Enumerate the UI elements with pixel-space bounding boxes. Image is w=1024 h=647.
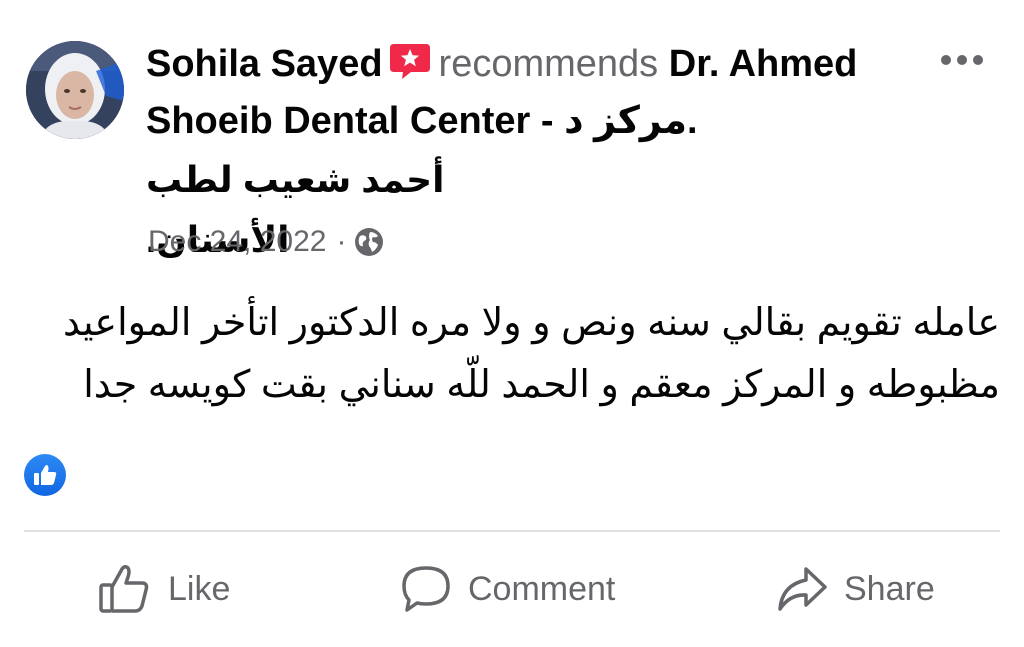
meta-separator: ·: [336, 225, 347, 258]
more-dots-icon: [941, 55, 983, 65]
post-body-line: عامله تقويم بقالي سنه ونص و ولا مره الدك…: [63, 302, 1000, 344]
thumbs-up-icon: [99, 564, 149, 613]
post-date[interactable]: Dec 24, 2022: [148, 225, 326, 259]
action-bar: Like Comment Share: [0, 554, 1024, 624]
like-label: Like: [168, 569, 231, 608]
recommend-star-icon: [389, 40, 431, 79]
recommends-label: recommends: [438, 43, 659, 85]
avatar[interactable]: [26, 41, 124, 139]
author-name[interactable]: Sohila Sayed: [146, 43, 383, 85]
post-header: Sohila Sayed recommends Dr. Ahmed Shoeib …: [146, 36, 906, 150]
more-options-button[interactable]: [934, 42, 990, 78]
recommendation-post: Sohila Sayed recommends Dr. Ahmed Shoeib …: [0, 0, 1024, 647]
like-reaction-icon[interactable]: [24, 454, 66, 496]
share-arrow-icon: [778, 567, 827, 611]
post-body-line: مظبوطه و المركز معقم و الحمد للّه سناني …: [83, 364, 1000, 406]
comment-label: Comment: [468, 569, 616, 608]
comment-bubble-icon: [402, 566, 450, 612]
post-meta: Dec 24, 2022 ·: [148, 222, 384, 262]
share-label: Share: [844, 569, 935, 608]
divider: [24, 530, 1000, 532]
share-button[interactable]: Share: [776, 554, 935, 624]
comment-button[interactable]: Comment: [400, 554, 615, 624]
post-body: عامله تقويم بقالي سنه ونص و ولا مره الدك…: [30, 292, 1000, 416]
globe-icon: [354, 227, 384, 257]
like-button[interactable]: Like: [98, 554, 230, 624]
